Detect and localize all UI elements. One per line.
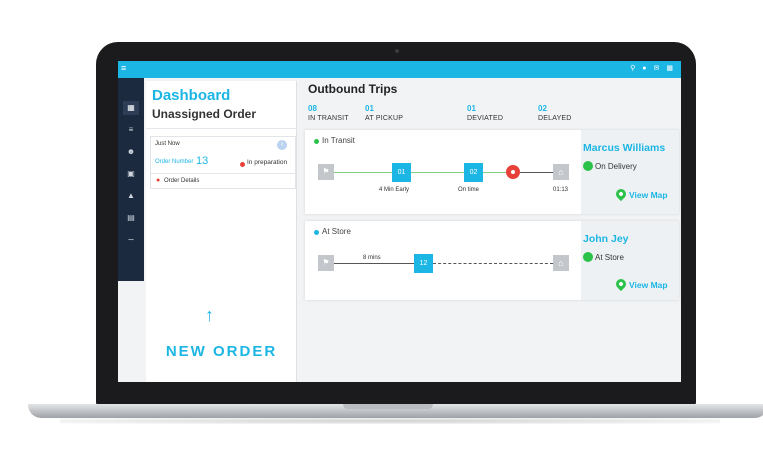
menu-icon[interactable]: ≡ xyxy=(121,64,126,73)
grid-icon[interactable]: ▦ xyxy=(666,64,673,73)
top-bar: ≡ ⚲ ● ✉ ▦ xyxy=(118,61,681,78)
stop-marker[interactable]: 01 xyxy=(392,163,411,182)
order-number: 13 xyxy=(196,155,209,167)
order-details-link[interactable]: Order Details xyxy=(164,178,199,184)
stat-at-pickup[interactable]: 01 AT PICKUP xyxy=(365,104,403,122)
stat-deviated[interactable]: 01 DEVIATED xyxy=(467,104,503,122)
stat-value: 01 xyxy=(467,104,476,113)
store-icon[interactable]: ▲ xyxy=(123,189,139,203)
info-icon[interactable]: i xyxy=(277,140,287,150)
bell-icon[interactable]: ● xyxy=(642,64,646,73)
stat-in-transit[interactable]: 08 IN TRANSIT xyxy=(308,104,349,122)
page-title: Outbound Trips xyxy=(308,82,398,96)
laptop-base-notch xyxy=(343,404,433,409)
route-line xyxy=(520,172,553,173)
status-dot xyxy=(314,139,319,144)
chart-icon[interactable]: ∼ xyxy=(123,233,139,247)
location-pin-icon: ● xyxy=(156,177,161,184)
status-dot xyxy=(314,230,319,235)
trip-card[interactable]: At Store ⚑ 8 mins 12 ⌂ John Jey At Store… xyxy=(305,221,679,300)
trip-status: In Transit xyxy=(322,136,355,145)
deviation-marker[interactable] xyxy=(506,165,520,179)
map-pin-icon[interactable] xyxy=(613,276,629,292)
mail-icon[interactable]: ✉ xyxy=(654,64,660,73)
stop-marker[interactable]: 02 xyxy=(464,163,483,182)
trip-timeline: In Transit ⚑ 01 02 ⌂ 4 Min Early On time… xyxy=(305,130,581,214)
stat-label: DELAYED xyxy=(538,115,572,122)
list-icon[interactable]: ≡ xyxy=(123,123,139,137)
stat-value: 02 xyxy=(538,104,547,113)
order-card[interactable]: Just Now i Order Number 13 In preparatio… xyxy=(150,136,296,189)
car-icon[interactable]: ▣ xyxy=(123,167,139,181)
screen: ≡ ⚲ ● ✉ ▦ ▦ ≡ ☻ ▣ ▲ ▤ ∼ Dashboard Unassi… xyxy=(118,61,681,382)
status-dot xyxy=(240,162,245,167)
stat-value: 08 xyxy=(308,104,317,113)
order-number-label: Order Number xyxy=(155,159,194,165)
route-line xyxy=(334,263,414,264)
stat-value: 01 xyxy=(365,104,374,113)
stat-label: DEVIATED xyxy=(467,115,504,122)
route-line xyxy=(411,172,464,173)
eta-label: 01:13 xyxy=(553,187,569,193)
view-map-link[interactable]: View Map xyxy=(629,190,668,200)
driver-name[interactable]: John Jey xyxy=(583,233,629,245)
stop-label: 4 Min Early xyxy=(379,187,410,193)
order-status: In preparation xyxy=(247,159,288,166)
divider xyxy=(146,128,297,129)
segment-label: 8 mins xyxy=(363,255,381,261)
home-icon: ⌂ xyxy=(553,164,569,180)
unassigned-orders-panel: Dashboard Unassigned Order Just Now i Or… xyxy=(146,81,297,382)
stat-label: IN TRANSIT xyxy=(308,115,349,122)
trip-timeline: At Store ⚑ 8 mins 12 ⌂ xyxy=(305,221,581,300)
search-icon[interactable]: ⚲ xyxy=(630,64,635,73)
driver-status-dot xyxy=(583,161,593,171)
driver-panel: John Jey At Store View Map xyxy=(581,221,679,300)
laptop-shadow xyxy=(60,418,720,424)
flag-icon: ⚑ xyxy=(318,164,334,180)
flag-icon: ⚑ xyxy=(318,255,334,271)
order-time: Just Now xyxy=(155,141,180,147)
arrow-up-icon: ↑ xyxy=(205,305,214,325)
users-icon[interactable]: ☻ xyxy=(123,145,139,159)
dashboard-title: Dashboard xyxy=(152,87,231,104)
sidebar: ▦ ≡ ☻ ▣ ▲ ▤ ∼ xyxy=(118,78,144,281)
route-line xyxy=(334,172,392,173)
new-order-label[interactable]: NEW ORDER xyxy=(146,343,297,360)
view-map-link[interactable]: View Map xyxy=(629,280,668,290)
stop-marker[interactable]: 12 xyxy=(414,254,433,273)
dashboard-icon[interactable]: ▦ xyxy=(123,101,139,115)
home-icon: ⌂ xyxy=(553,255,569,271)
driver-status: On Delivery xyxy=(595,162,637,171)
route-line xyxy=(483,172,506,173)
route-line-dashed xyxy=(433,263,553,264)
map-pin-icon[interactable] xyxy=(613,186,629,202)
webcam xyxy=(395,49,399,53)
driver-status-dot xyxy=(583,252,593,262)
trip-card[interactable]: In Transit ⚑ 01 02 ⌂ 4 Min Early On time… xyxy=(305,130,679,214)
stat-delayed[interactable]: 02 DELAYED xyxy=(538,104,572,122)
driver-status: At Store xyxy=(595,253,624,262)
stop-label: On time xyxy=(458,187,480,193)
trip-status: At Store xyxy=(322,227,351,236)
divider xyxy=(151,173,295,174)
driver-name[interactable]: Marcus Williams xyxy=(583,142,665,154)
driver-panel: Marcus Williams On Delivery View Map xyxy=(581,130,679,214)
document-icon[interactable]: ▤ xyxy=(123,211,139,225)
stat-label: AT PICKUP xyxy=(365,115,404,122)
top-icons: ⚲ ● ✉ ▦ xyxy=(630,64,673,73)
unassigned-order-heading: Unassigned Order xyxy=(152,107,257,121)
